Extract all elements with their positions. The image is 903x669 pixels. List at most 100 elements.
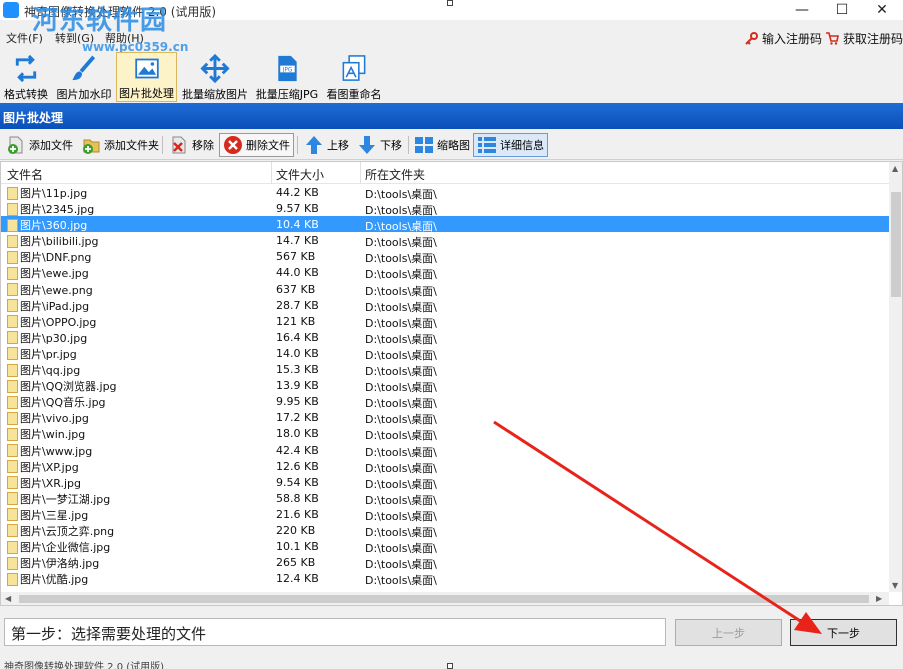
table-row[interactable]: 图片\vivo.jpg 17.2 KB D:\tools\桌面\ <box>1 409 889 426</box>
table-row[interactable]: 图片\p30.jpg 16.4 KB D:\tools\桌面\ <box>1 329 889 346</box>
table-row[interactable]: 图片\云顶之弈.png 220 KB D:\tools\桌面\ <box>1 522 889 539</box>
tool-format-convert-label: 格式转换 <box>4 88 48 101</box>
file-size: 58.8 KB <box>276 491 319 505</box>
table-row[interactable]: 图片\三星.jpg 21.6 KB D:\tools\桌面\ <box>1 506 889 523</box>
file-name-cell: 图片\伊洛纳.jpg <box>7 555 99 571</box>
get-register-code-link[interactable]: 获取注册码 <box>826 30 903 47</box>
details-view-button[interactable]: 详细信息 <box>473 133 548 157</box>
add-folder-button[interactable]: 添加文件夹 <box>78 133 162 157</box>
file-name: 图片\www.jpg <box>20 444 93 458</box>
table-row[interactable]: 图片\ewe.jpg 44.0 KB D:\tools\桌面\ <box>1 264 889 281</box>
table-row[interactable]: 图片\iPad.jpg 28.7 KB D:\tools\桌面\ <box>1 297 889 314</box>
vertical-scrollbar[interactable]: ▲ ▼ <box>889 162 902 592</box>
table-row[interactable]: 图片\QQ浏览器.jpg 13.9 KB D:\tools\桌面\ <box>1 377 889 394</box>
vertical-scroll-thumb[interactable] <box>891 192 901 297</box>
image-file-icon <box>7 524 18 538</box>
tool-batch-resize[interactable]: 批量缩放图片 <box>181 52 249 102</box>
remove-label: 移除 <box>192 139 214 152</box>
menu-file[interactable]: 文件(F) <box>6 30 43 46</box>
delete-file-label: 删除文件 <box>246 139 290 152</box>
column-divider[interactable] <box>360 162 361 184</box>
tool-view-rename-label: 看图重命名 <box>326 88 382 101</box>
scroll-up-arrow-icon[interactable]: ▲ <box>892 164 898 173</box>
minimize-button[interactable]: — <box>782 0 822 20</box>
file-size: 12.6 KB <box>276 459 319 473</box>
image-file-icon <box>7 556 18 570</box>
tool-add-watermark[interactable]: 图片加水印 <box>55 52 113 102</box>
arrow-down-icon <box>359 136 375 154</box>
table-body: 图片\11p.jpg 44.2 KB D:\tools\桌面\ 图片\2345.jpg… <box>1 184 889 587</box>
image-file-icon <box>7 427 18 441</box>
file-name: 图片\企业微信.jpg <box>20 541 111 555</box>
image-file-icon <box>7 299 18 313</box>
column-header-filename[interactable]: 文件名 <box>7 166 43 183</box>
image-file-icon <box>7 476 18 490</box>
remove-button[interactable]: 移除 <box>166 133 217 157</box>
enter-register-code-link[interactable]: 输入注册码 <box>745 30 822 47</box>
tool-add-watermark-label: 图片加水印 <box>56 88 112 101</box>
close-button[interactable]: ✕ <box>862 0 902 20</box>
scroll-right-arrow-icon[interactable]: ▶ <box>876 594 882 603</box>
toolbar-divider <box>297 136 298 154</box>
file-name-cell: 图片\三星.jpg <box>7 507 88 523</box>
horizontal-scroll-thumb[interactable] <box>19 595 869 603</box>
maximize-button[interactable]: ☐ <box>822 0 862 20</box>
table-row[interactable]: 图片\win.jpg 18.0 KB D:\tools\桌面\ <box>1 425 889 442</box>
table-row[interactable]: 图片\优酷.jpg 12.4 KB D:\tools\桌面\ <box>1 570 889 587</box>
horizontal-scrollbar[interactable]: ◀ ▶ <box>1 592 889 605</box>
batch-image-icon <box>134 58 159 79</box>
table-row[interactable]: 图片\ewe.png 637 KB D:\tools\桌面\ <box>1 281 889 298</box>
file-size: 13.9 KB <box>276 379 319 393</box>
table-row[interactable]: 图片\360.jpg 10.4 KB D:\tools\桌面\ <box>1 216 889 233</box>
table-row[interactable]: 图片\11p.jpg 44.2 KB D:\tools\桌面\ <box>1 184 889 201</box>
previous-step-button[interactable]: 上一步 <box>675 619 782 646</box>
table-row[interactable]: 图片\OPPO.jpg 121 KB D:\tools\桌面\ <box>1 313 889 330</box>
scroll-down-arrow-icon[interactable]: ▼ <box>892 581 898 590</box>
file-name: 图片\XP.jpg <box>20 460 79 474</box>
tool-view-rename[interactable]: 看图重命名 <box>325 52 383 102</box>
table-row[interactable]: 图片\DNF.png 567 KB D:\tools\桌面\ <box>1 248 889 265</box>
remove-file-icon <box>172 136 186 154</box>
file-size: 16.4 KB <box>276 330 319 344</box>
table-row[interactable]: 图片\qq.jpg 15.3 KB D:\tools\桌面\ <box>1 361 889 378</box>
move-down-button[interactable]: 下移 <box>354 133 405 157</box>
table-row[interactable]: 图片\pr.jpg 14.0 KB D:\tools\桌面\ <box>1 345 889 362</box>
file-size: 14.7 KB <box>276 234 319 248</box>
delete-file-button[interactable]: 删除文件 <box>219 133 294 157</box>
table-row[interactable]: 图片\bilibili.jpg 14.7 KB D:\tools\桌面\ <box>1 232 889 249</box>
table-row[interactable]: 图片\企业微信.jpg 10.1 KB D:\tools\桌面\ <box>1 538 889 555</box>
file-name: 图片\优酷.jpg <box>20 573 89 587</box>
add-file-label: 添加文件 <box>29 139 73 152</box>
scroll-left-arrow-icon[interactable]: ◀ <box>5 594 11 603</box>
tool-batch-compress-jpg-label: 批量压缩JPG <box>255 88 319 101</box>
column-divider[interactable] <box>271 162 272 184</box>
table-row[interactable]: 图片\2345.jpg 9.57 KB D:\tools\桌面\ <box>1 200 889 217</box>
file-name: 图片\win.jpg <box>20 428 86 442</box>
file-name-cell: 图片\11p.jpg <box>7 185 87 201</box>
column-header-folder[interactable]: 所在文件夹 <box>365 166 425 183</box>
image-file-icon <box>7 347 18 361</box>
file-name: 图片\QQ音乐.jpg <box>20 396 106 410</box>
image-file-icon <box>7 363 18 377</box>
file-name-cell: 图片\OPPO.jpg <box>7 314 96 330</box>
table-row[interactable]: 图片\XR.jpg 9.54 KB D:\tools\桌面\ <box>1 474 889 491</box>
column-header-size[interactable]: 文件大小 <box>276 166 324 183</box>
resize-handle-top[interactable] <box>447 0 453 6</box>
tool-batch-process[interactable]: 图片批处理 <box>116 52 177 102</box>
add-file-button[interactable]: 添加文件 <box>3 133 76 157</box>
add-folder-label: 添加文件夹 <box>104 139 159 152</box>
tool-format-convert[interactable]: 格式转换 <box>2 52 50 102</box>
table-row[interactable]: 图片\一梦江湖.jpg 58.8 KB D:\tools\桌面\ <box>1 490 889 507</box>
table-row[interactable]: 图片\QQ音乐.jpg 9.95 KB D:\tools\桌面\ <box>1 393 889 410</box>
tool-batch-compress-jpg[interactable]: JPG 批量压缩JPG <box>254 52 320 102</box>
table-row[interactable]: 图片\伊洛纳.jpg 265 KB D:\tools\桌面\ <box>1 554 889 571</box>
thumbnail-view-label: 缩略图 <box>437 139 470 152</box>
move-up-button[interactable]: 上移 <box>301 133 352 157</box>
thumbnail-view-button[interactable]: 缩略图 <box>411 133 473 157</box>
image-file-icon <box>7 283 18 297</box>
file-name: 图片\p30.jpg <box>20 331 88 345</box>
table-row[interactable]: 图片\www.jpg 42.4 KB D:\tools\桌面\ <box>1 442 889 459</box>
table-row[interactable]: 图片\XP.jpg 12.6 KB D:\tools\桌面\ <box>1 458 889 475</box>
next-step-button[interactable]: 下一步 <box>790 619 897 646</box>
file-name: 图片\2345.jpg <box>20 203 95 217</box>
